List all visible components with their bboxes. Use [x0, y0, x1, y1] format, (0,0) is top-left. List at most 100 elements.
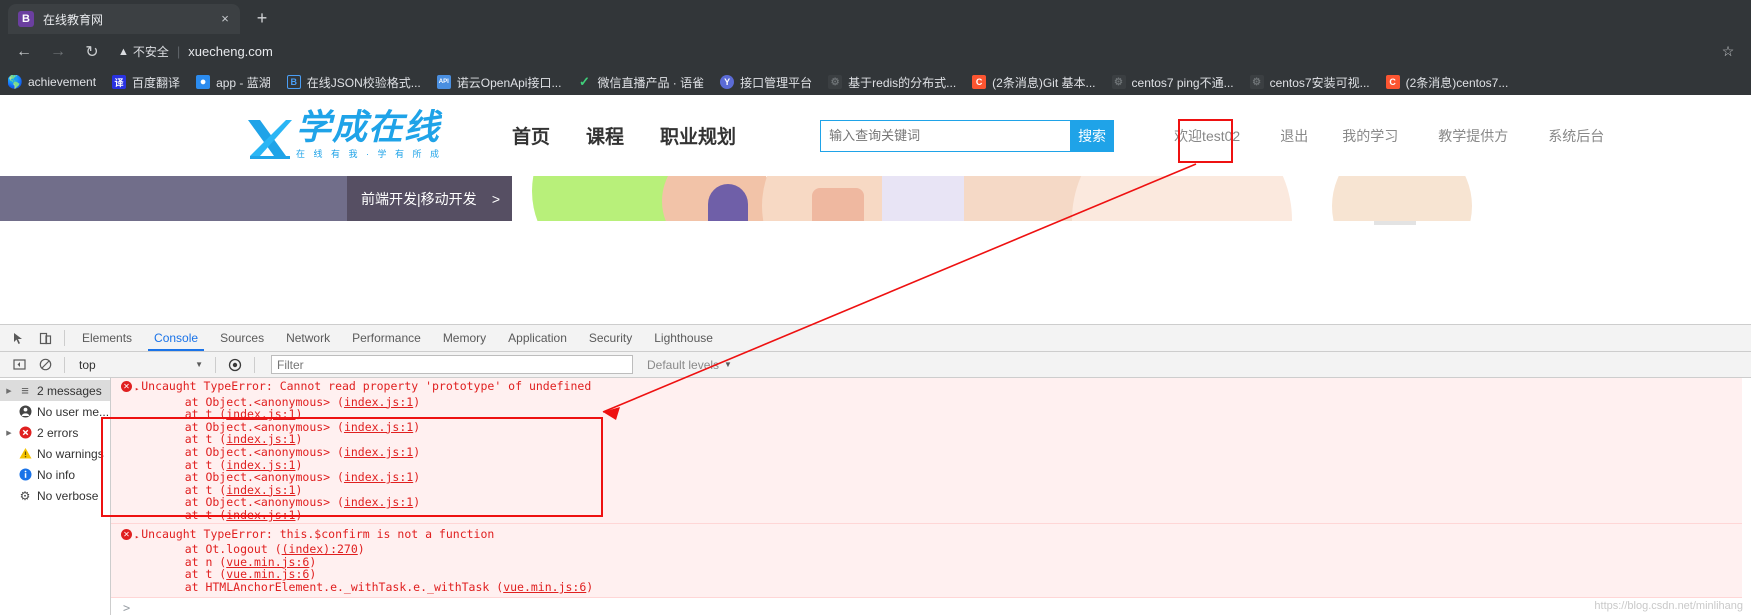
new-tab-button[interactable]: +: [248, 5, 276, 33]
stack-suffix: ): [357, 542, 365, 557]
close-icon[interactable]: ×: [216, 10, 234, 28]
reload-icon[interactable]: ↻: [78, 38, 106, 66]
source-link[interactable]: index.js:1: [344, 420, 413, 434]
execution-context-value: top: [79, 357, 96, 372]
tab-lighthouse[interactable]: Lighthouse: [643, 325, 724, 351]
sidebar-item-info[interactable]: No info: [0, 464, 110, 485]
expand-triangle-icon[interactable]: ▸: [135, 531, 139, 544]
bookmark-item[interactable]: ⚙ centos7安装可视...: [1249, 74, 1370, 91]
chevron-down-icon: ▼: [724, 360, 732, 369]
bookmark-item[interactable]: API 诺云OpenApi接口...: [436, 74, 561, 91]
tab-console[interactable]: Console: [143, 325, 209, 351]
bookmark-item[interactable]: ● app - 蓝湖: [196, 74, 271, 91]
nav-item-courses[interactable]: 课程: [586, 122, 624, 149]
console-error-header[interactable]: ✕ ▸ Uncaught TypeError: Cannot read prop…: [111, 380, 1751, 396]
tab-network[interactable]: Network: [275, 325, 341, 351]
site-header: 学成在线 在 线 有 我 · 学 有 所 成 首页 课程 职业规划 搜索 欢迎t…: [0, 95, 1751, 225]
source-link[interactable]: index.js:1: [344, 495, 413, 509]
bookmark-item[interactable]: 🌎 achievement: [8, 75, 96, 89]
live-expression-icon[interactable]: [222, 353, 248, 377]
bookmark-item[interactable]: ⚙ centos7 ping不通...: [1111, 74, 1234, 91]
sidebar-item-verbose[interactable]: ⚙ No verbose: [0, 485, 110, 506]
tab-security[interactable]: Security: [578, 325, 643, 351]
globe-icon: 🌎: [8, 75, 22, 89]
console-stack-frame: at Object.<anonymous> (index.js:1): [111, 471, 1751, 484]
source-link[interactable]: index.js:1: [344, 445, 413, 459]
back-icon[interactable]: ←: [10, 38, 38, 66]
search-input[interactable]: [820, 119, 1071, 152]
search-button[interactable]: 搜索: [1070, 119, 1115, 152]
console-stack-frame: at Object.<anonymous> (index.js:1): [111, 420, 1751, 434]
nav-item-home[interactable]: 首页: [512, 122, 550, 149]
browser-window: B 在线教育网 × + ← → ↻ ▲ 不安全 | xuecheng.com ☆…: [0, 0, 1751, 615]
system-admin-link[interactable]: 系统后台: [1548, 126, 1604, 146]
site-logo[interactable]: 学成在线 在 线 有 我 · 学 有 所 成: [246, 110, 443, 160]
console-messages-view[interactable]: ✕ ▸ Uncaught TypeError: Cannot read prop…: [111, 378, 1751, 615]
tab-elements[interactable]: Elements: [71, 325, 143, 351]
bookmark-item[interactable]: B 在线JSON校验格式...: [286, 74, 421, 91]
bookmark-item[interactable]: Y 接口管理平台: [720, 74, 812, 91]
console-filter-input[interactable]: [271, 355, 633, 374]
info-icon: [16, 468, 34, 481]
clear-console-icon[interactable]: [32, 353, 58, 377]
sidebar-item-user-messages[interactable]: No user me...: [0, 401, 110, 422]
source-link[interactable]: index.js:1: [344, 395, 413, 409]
warning-triangle-icon: ▲: [118, 45, 129, 58]
logo-tagline: 在 线 有 我 · 学 有 所 成: [296, 149, 443, 159]
bookmarks-bar: 🌎 achievement 译 百度翻译 ● app - 蓝湖 B 在线JSON…: [0, 69, 1751, 95]
hero-category-item[interactable]: 前端开发|移动开发 >: [347, 176, 512, 221]
teaching-provider-link[interactable]: 教学提供方: [1438, 126, 1508, 146]
show-console-sidebar-icon[interactable]: [6, 353, 32, 377]
tab-performance[interactable]: Performance: [341, 325, 432, 351]
tab-sources[interactable]: Sources: [209, 325, 275, 351]
console-error-group[interactable]: ✕ ▸ Uncaught TypeError: Cannot read prop…: [111, 378, 1751, 524]
hero-category-label: 前端开发|移动开发: [361, 190, 477, 207]
bookmark-item[interactable]: ⚙ 基于redis的分布式...: [828, 74, 956, 91]
log-levels-label: Default levels: [647, 357, 720, 372]
logout-link[interactable]: 退出: [1280, 126, 1308, 146]
nav-item-career[interactable]: 职业规划: [660, 122, 736, 149]
security-badge[interactable]: ▲ 不安全: [118, 43, 169, 60]
source-link[interactable]: vue.min.js:6: [503, 580, 586, 594]
expand-triangle-icon[interactable]: ▶: [2, 429, 16, 437]
my-learning-link[interactable]: 我的学习: [1342, 126, 1398, 146]
browser-tab[interactable]: B 在线教育网 ×: [8, 4, 240, 34]
page-icon: ⚙: [1111, 75, 1126, 89]
bookmark-label: 百度翻译: [132, 75, 181, 90]
execution-context-select[interactable]: top ▼: [79, 358, 209, 372]
console-prompt[interactable]: >: [111, 598, 1751, 615]
toggle-device-toolbar-icon[interactable]: [32, 326, 58, 350]
tab-memory[interactable]: Memory: [432, 325, 497, 351]
expand-triangle-icon[interactable]: ▶: [2, 387, 16, 395]
bookmark-item[interactable]: C (2条消息)Git 基本...: [972, 74, 1096, 91]
verbose-icon: ⚙: [19, 488, 31, 503]
inspect-element-icon[interactable]: [6, 326, 32, 350]
browser-toolbar: ← → ↻ ▲ 不安全 | xuecheng.com ☆: [0, 34, 1751, 69]
forward-icon[interactable]: →: [44, 38, 72, 66]
sidebar-item-warnings[interactable]: No warnings: [0, 443, 110, 464]
bookmark-label: 接口管理平台: [740, 75, 813, 90]
console-scrollbar[interactable]: [1742, 378, 1751, 615]
bookmark-label: 基于redis的分布式...: [848, 75, 957, 90]
source-link[interactable]: index.js:1: [344, 470, 413, 484]
address-bar[interactable]: ▲ 不安全 | xuecheng.com: [118, 39, 1715, 64]
hero-blob-tan: [964, 176, 1084, 221]
console-stack-frame: at Ot.logout ((index):270): [111, 543, 1751, 556]
bookmark-item[interactable]: 译 百度翻译: [112, 74, 180, 91]
log-levels-select[interactable]: Default levels ▼: [647, 358, 732, 372]
console-sidebar: ▶ ≡ 2 messages No user me... ▶ 2 errors …: [0, 378, 111, 615]
bookmark-item[interactable]: C (2条消息)centos7...: [1385, 74, 1508, 91]
stack-prefix: at t (: [157, 507, 227, 522]
sidebar-item-label: No user me...: [37, 404, 110, 419]
source-link[interactable]: index.js:1: [226, 508, 295, 522]
tab-application[interactable]: Application: [497, 325, 578, 351]
bookmark-item[interactable]: ✓ 微信直播产品 · 语雀: [577, 74, 704, 91]
expand-triangle-icon[interactable]: ▸: [135, 383, 139, 396]
console-error-header[interactable]: ✕ ▸ Uncaught TypeError: this.$confirm is…: [111, 527, 1751, 544]
sidebar-item-messages[interactable]: ▶ ≡ 2 messages: [0, 380, 110, 401]
bookmark-star-icon[interactable]: ☆: [1715, 39, 1741, 65]
hero-figure-head: [708, 184, 748, 221]
sidebar-item-errors[interactable]: ▶ 2 errors: [0, 422, 110, 443]
api-icon: API: [436, 75, 451, 89]
console-error-group[interactable]: ✕ ▸ Uncaught TypeError: this.$confirm is…: [111, 523, 1751, 598]
